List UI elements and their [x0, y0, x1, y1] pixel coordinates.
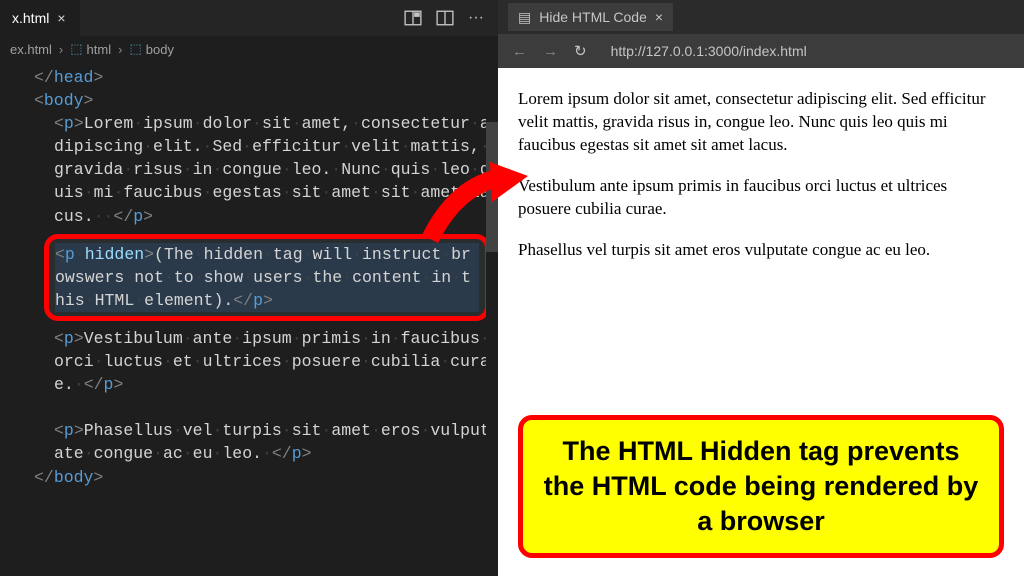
cube-icon: ⬚ [70, 41, 82, 57]
rendered-paragraph: Phasellus vel turpis sit amet eros vulpu… [518, 239, 1004, 262]
rendered-paragraph: Vestibulum ante ipsum primis in faucibus… [518, 175, 1004, 221]
browser-tab[interactable]: ▤ Hide HTML Code × [508, 3, 673, 31]
more-icon[interactable]: ··· [468, 9, 484, 27]
tab-actions: ··· [404, 9, 498, 27]
breadcrumb-html: html [87, 42, 112, 57]
code-line: </head> [14, 66, 490, 89]
code-blank [14, 396, 490, 419]
callout-annotation: The HTML Hidden tag prevents the HTML co… [518, 415, 1004, 558]
browser-preview-pane: ▤ Hide HTML Code × ← → ↻ http://127.0.0.… [498, 0, 1024, 576]
code-editor[interactable]: </head> <body> <p>Lorem·ipsum·dolor·sit·… [0, 62, 498, 576]
cube-icon: ⬚ [129, 41, 141, 57]
browser-viewport: Lorem ipsum dolor sit amet, consectetur … [498, 68, 1024, 576]
breadcrumb-body: body [146, 42, 174, 57]
editor-tab[interactable]: x.html × [0, 0, 80, 36]
highlight-annotation: <p·hidden>(The·hidden·tag·will·instruct·… [44, 234, 490, 321]
browser-tab-bar: ▤ Hide HTML Code × [498, 0, 1024, 34]
code-line: <body> [14, 89, 490, 112]
code-line-hidden: <p·hidden>(The·hidden·tag·will·instruct·… [55, 243, 479, 312]
split-preview-icon[interactable] [404, 9, 422, 27]
code-line: <p>Phasellus·vel·turpis·sit·amet·eros·vu… [14, 419, 490, 465]
split-icon[interactable] [436, 9, 454, 27]
vertical-scrollbar[interactable] [486, 62, 498, 576]
scroll-thumb[interactable] [486, 122, 498, 252]
chevron-right-icon: › [59, 42, 63, 57]
code-line: </body> [14, 466, 490, 489]
browser-tab-title: Hide HTML Code [539, 9, 647, 25]
code-editor-pane: x.html × ··· ex.html › ⬚ html › ⬚ body <… [0, 0, 498, 576]
reload-icon[interactable]: ↻ [574, 42, 587, 60]
back-icon[interactable]: ← [512, 43, 527, 60]
editor-tab-bar: x.html × ··· [0, 0, 498, 36]
tab-label: x.html [12, 10, 49, 26]
url-bar[interactable]: http://127.0.0.1:3000/index.html [603, 39, 1010, 63]
breadcrumb[interactable]: ex.html › ⬚ html › ⬚ body [0, 36, 498, 62]
code-line: <p>Lorem·ipsum·dolor·sit·amet,·consectet… [14, 112, 490, 227]
preview-icon: ▤ [518, 9, 531, 26]
browser-nav-bar: ← → ↻ http://127.0.0.1:3000/index.html [498, 34, 1024, 68]
close-icon[interactable]: × [55, 10, 67, 26]
rendered-paragraph: Lorem ipsum dolor sit amet, consectetur … [518, 88, 1004, 157]
code-line: <p>Vestibulum·ante·ipsum·primis·in·fauci… [14, 327, 490, 396]
close-icon[interactable]: × [655, 9, 663, 25]
forward-icon[interactable]: → [543, 43, 558, 60]
chevron-right-icon: › [118, 42, 122, 57]
breadcrumb-file: ex.html [10, 42, 52, 57]
